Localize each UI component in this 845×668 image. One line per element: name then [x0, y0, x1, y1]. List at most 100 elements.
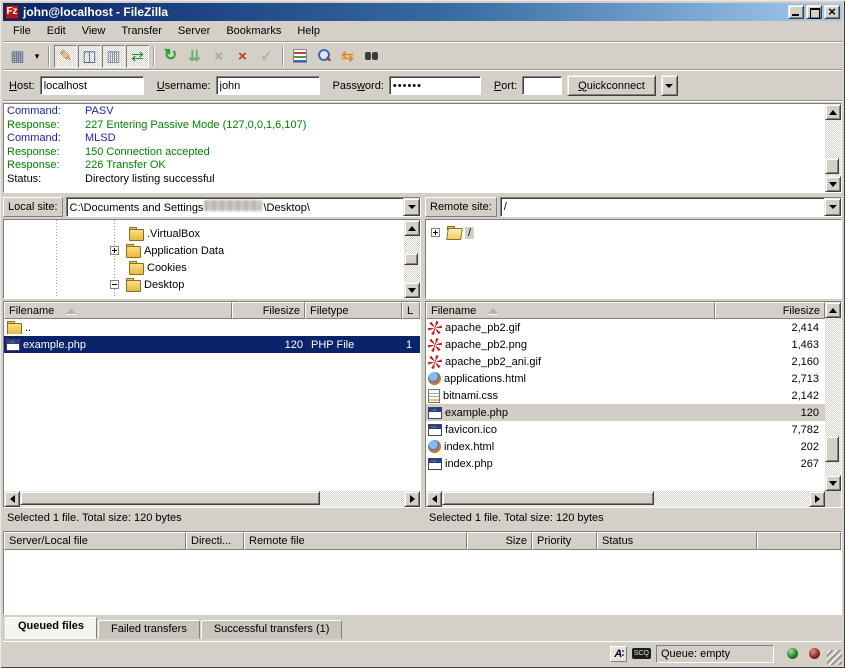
scroll-track[interactable]	[404, 236, 420, 282]
scroll-thumb[interactable]	[825, 158, 839, 174]
tree-item-application-data[interactable]: Application Data	[4, 242, 404, 259]
filter-button[interactable]	[288, 45, 311, 68]
local-list-hscrollbar[interactable]	[4, 491, 420, 507]
disconnect-button[interactable]: ×	[231, 45, 254, 68]
scroll-track[interactable]	[825, 120, 841, 176]
file-row[interactable]: apache_pb2.png1,463	[426, 336, 825, 353]
scroll-left-button[interactable]	[4, 491, 20, 507]
local-tree-body[interactable]: .VirtualBox Application Data Cookies Des…	[4, 220, 404, 298]
expand-plus-icon[interactable]	[110, 246, 119, 255]
remote-path-combo[interactable]: /	[500, 197, 842, 217]
site-manager-dropdown-button[interactable]: ▾	[30, 45, 44, 68]
speed-limit-badge-icon[interactable]: SCQ	[632, 648, 651, 659]
resize-grip[interactable]	[827, 650, 842, 665]
quickconnect-dropdown-button[interactable]	[661, 75, 678, 96]
column-header-direction[interactable]: Directi...	[186, 532, 244, 550]
column-header-filesize[interactable]: Filesize	[232, 302, 305, 319]
scroll-track[interactable]	[20, 491, 404, 507]
column-header-server-local-file[interactable]: Server/Local file	[4, 532, 186, 550]
file-row[interactable]: apache_pb2_ani.gif2,160	[426, 353, 825, 370]
menu-help[interactable]: Help	[289, 23, 328, 39]
menu-server[interactable]: Server	[170, 23, 218, 39]
expand-minus-icon[interactable]	[110, 280, 119, 289]
remote-tree-body[interactable]: /	[426, 220, 841, 298]
menu-bookmarks[interactable]: Bookmarks	[218, 23, 289, 39]
file-row[interactable]: index.php267	[426, 455, 825, 472]
reconnect-button[interactable]: ✓	[255, 45, 278, 68]
scroll-down-button[interactable]	[825, 475, 841, 491]
column-header-filename[interactable]: Filename	[4, 302, 232, 319]
find-button[interactable]	[360, 45, 383, 68]
menu-view[interactable]: View	[74, 23, 114, 39]
quickconnect-button[interactable]: Quickconnect	[567, 75, 656, 96]
sync-browse-button[interactable]: ⇆	[336, 45, 359, 68]
column-header-priority[interactable]: Priority	[532, 532, 597, 550]
scroll-thumb[interactable]	[404, 253, 418, 265]
ascii-transfer-type-icon[interactable]: A	[610, 646, 627, 662]
scroll-thumb[interactable]	[825, 436, 839, 462]
tree-item-desktop[interactable]: Desktop	[4, 276, 404, 293]
menu-edit[interactable]: Edit	[39, 23, 74, 39]
scroll-right-button[interactable]	[809, 491, 825, 507]
file-row[interactable]: index.html202	[426, 438, 825, 455]
scroll-left-button[interactable]	[426, 491, 442, 507]
tab-queued-files[interactable]: Queued files	[5, 617, 97, 639]
scroll-thumb[interactable]	[20, 491, 320, 505]
port-input[interactable]	[522, 76, 562, 95]
scroll-thumb[interactable]	[442, 491, 654, 505]
column-header-filename[interactable]: Filename	[426, 302, 715, 319]
column-header-lastmodified[interactable]: L	[402, 302, 420, 319]
local-tree-scrollbar[interactable]	[404, 220, 420, 298]
local-path-dropdown[interactable]	[403, 198, 420, 216]
column-header-status[interactable]: Status	[597, 532, 757, 550]
tree-item-root[interactable]: /	[426, 224, 841, 241]
compare-button[interactable]	[312, 45, 335, 68]
file-row[interactable]: bitnami.css2,142	[426, 387, 825, 404]
host-input[interactable]	[40, 76, 144, 95]
scroll-right-button[interactable]	[404, 491, 420, 507]
app-icon[interactable]: Fz	[5, 5, 19, 19]
file-row[interactable]: favicon.ico7,782	[426, 421, 825, 438]
log-scrollbar[interactable]	[825, 104, 841, 192]
remote-path-dropdown[interactable]	[824, 198, 841, 216]
scroll-up-button[interactable]	[825, 302, 841, 318]
process-queue-button[interactable]: ⇊	[183, 45, 206, 68]
toggle-log-button[interactable]: ✎	[54, 45, 77, 68]
toggle-queue-button[interactable]: ⇄	[126, 45, 149, 68]
remote-list-hscrollbar[interactable]	[426, 491, 825, 507]
tree-item-virtualbox[interactable]: .VirtualBox	[4, 225, 404, 242]
menu-transfer[interactable]: Transfer	[113, 23, 170, 39]
maximize-button[interactable]	[806, 5, 822, 19]
site-manager-button[interactable]: ▦	[6, 45, 29, 68]
column-header-filesize[interactable]: Filesize	[715, 302, 825, 319]
scroll-down-button[interactable]	[825, 176, 841, 192]
close-button[interactable]	[824, 5, 840, 19]
local-list-rows[interactable]: .. example.php 120 PHP File 1	[4, 319, 420, 491]
cancel-operation-button[interactable]: ×	[207, 45, 230, 68]
scroll-track[interactable]	[442, 491, 809, 507]
file-row[interactable]: apache_pb2.gif2,414	[426, 319, 825, 336]
file-row-parent-dir[interactable]: ..	[4, 319, 420, 336]
file-row-example-php[interactable]: example.php120	[426, 404, 825, 421]
username-input[interactable]	[216, 76, 320, 95]
expand-plus-icon[interactable]	[431, 228, 440, 237]
file-row[interactable]: applications.html2,713	[426, 370, 825, 387]
menu-file[interactable]: File	[5, 23, 39, 39]
minimize-button[interactable]	[788, 5, 804, 19]
scroll-down-button[interactable]	[404, 282, 420, 298]
tab-successful-transfers[interactable]: Successful transfers (1)	[201, 620, 343, 639]
local-path-combo[interactable]: C:\Documents and Settings\Desktop\	[66, 197, 421, 217]
password-input[interactable]	[389, 76, 481, 95]
refresh-button[interactable]: ↻	[159, 45, 182, 68]
toggle-local-tree-button[interactable]: ◫	[78, 45, 101, 68]
toggle-remote-tree-button[interactable]: ▥	[102, 45, 125, 68]
scroll-up-button[interactable]	[404, 220, 420, 236]
scroll-up-button[interactable]	[825, 104, 841, 120]
scroll-track[interactable]	[825, 318, 841, 475]
remote-list-vscrollbar[interactable]	[825, 302, 841, 507]
column-header-filetype[interactable]: Filetype	[305, 302, 402, 319]
tab-failed-transfers[interactable]: Failed transfers	[98, 620, 200, 639]
remote-list-rows[interactable]: apache_pb2.gif2,414 apache_pb2.png1,463 …	[426, 319, 825, 491]
column-header-size[interactable]: Size	[467, 532, 532, 550]
column-header-remote-file[interactable]: Remote file	[244, 532, 467, 550]
